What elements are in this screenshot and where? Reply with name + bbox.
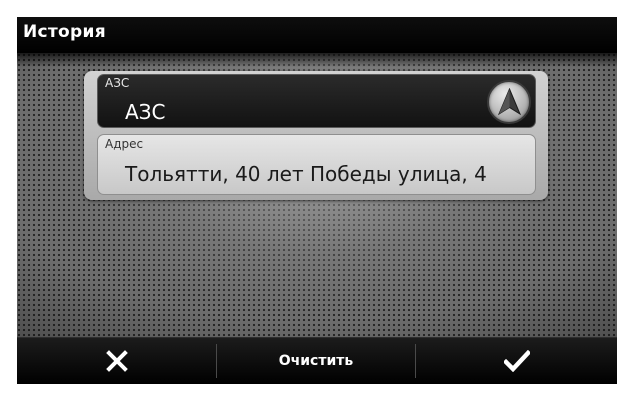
title-bar: История bbox=[17, 17, 617, 53]
clear-button[interactable]: Очистить bbox=[217, 338, 415, 384]
page-title: История bbox=[23, 22, 106, 42]
address-field[interactable]: Адрес Тольятти, 40 лет Победы улица, 4 bbox=[97, 134, 536, 195]
navigation-arrow-icon bbox=[497, 88, 522, 116]
confirm-button[interactable] bbox=[416, 338, 617, 384]
navigate-button[interactable] bbox=[487, 80, 531, 124]
poi-name-field[interactable]: АЗС АЗС bbox=[97, 74, 536, 128]
close-icon bbox=[105, 350, 128, 372]
content-area: АЗС АЗС Адрес Тольятти, 40 лет Победы ул… bbox=[17, 53, 617, 337]
app-window: История АЗС АЗС Адрес Тольятти, 40 лет П… bbox=[17, 17, 617, 384]
cancel-button[interactable] bbox=[17, 338, 216, 384]
bottom-toolbar: Очистить bbox=[17, 337, 617, 384]
poi-name-value: АЗС bbox=[125, 100, 166, 124]
checkmark-icon bbox=[503, 350, 530, 372]
address-label: Адрес bbox=[105, 137, 144, 151]
history-entry-panel: АЗС АЗС Адрес Тольятти, 40 лет Победы ул… bbox=[84, 71, 548, 200]
address-value: Тольятти, 40 лет Победы улица, 4 bbox=[125, 162, 487, 186]
poi-name-label: АЗС bbox=[105, 76, 130, 90]
